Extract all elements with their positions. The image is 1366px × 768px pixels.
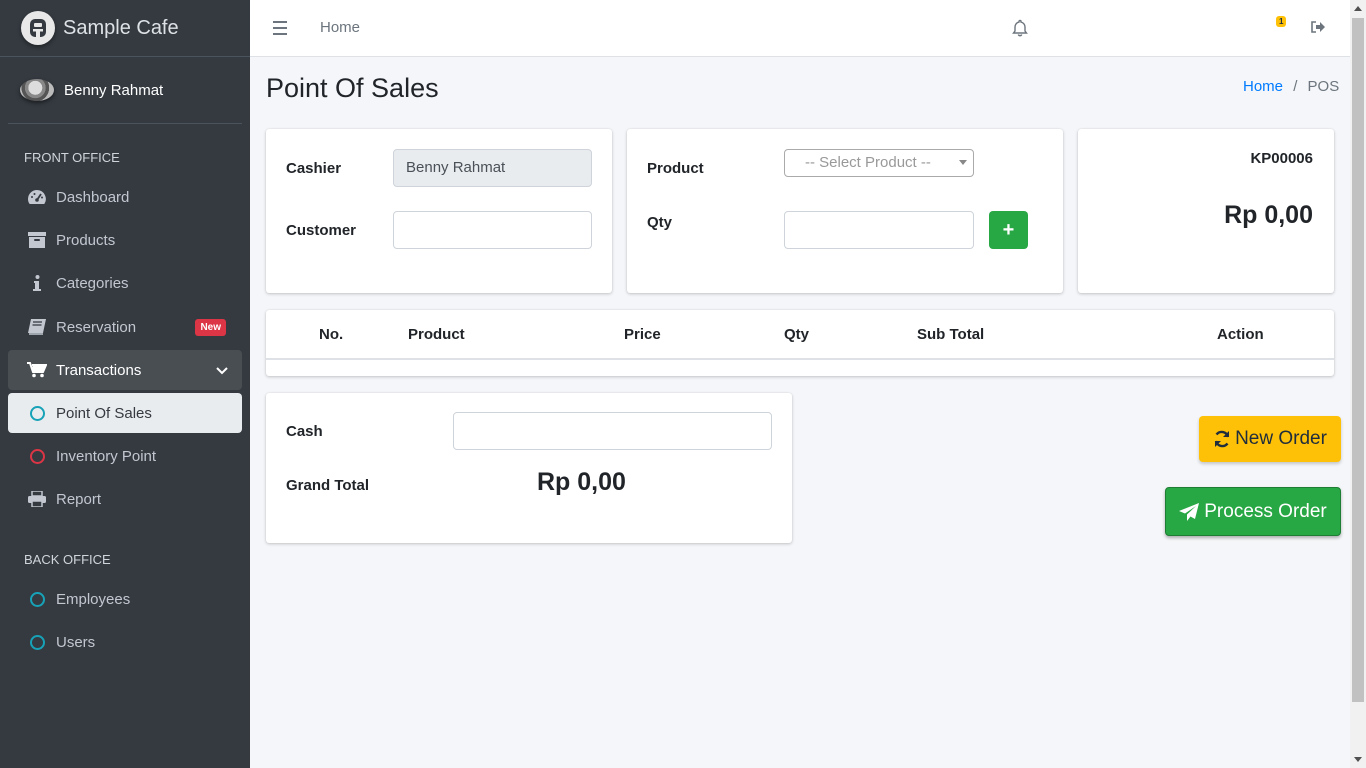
column-header-action: Action bbox=[1217, 326, 1264, 343]
sidebar-item-label: Categories bbox=[56, 274, 129, 292]
nav-header-front-office: FRONT OFFICE bbox=[24, 150, 120, 165]
sidebar-item-dashboard[interactable]: Dashboard bbox=[8, 177, 242, 217]
breadcrumb-current: POS bbox=[1307, 78, 1340, 95]
circle-icon bbox=[26, 447, 48, 465]
avatar bbox=[20, 79, 54, 101]
invoice-total: Rp 0,00 bbox=[1224, 201, 1313, 229]
sidebar-item-label: Point Of Sales bbox=[56, 404, 152, 422]
column-header-no: No. bbox=[319, 326, 344, 343]
info-icon bbox=[26, 274, 48, 292]
grand-total-label: Grand Total bbox=[286, 477, 370, 494]
sidebar-item-label: Reservation bbox=[56, 318, 137, 336]
new-badge: New bbox=[195, 318, 226, 336]
invoice-code: KP00006 bbox=[1250, 150, 1313, 167]
topbar-home-link[interactable]: Home bbox=[320, 19, 360, 36]
circle-icon bbox=[26, 633, 48, 651]
new-order-label: New Order bbox=[1235, 428, 1327, 449]
print-icon bbox=[26, 490, 48, 508]
sidebar-item-label: Inventory Point bbox=[56, 447, 157, 465]
sidebar-item-users[interactable]: Users bbox=[8, 622, 242, 662]
brand-name: Sample Cafe bbox=[63, 16, 179, 39]
topbar: Home bbox=[250, 0, 1350, 57]
product-label: Product bbox=[647, 160, 704, 177]
column-header-qty: Qty bbox=[784, 326, 810, 343]
plus-icon: + bbox=[1002, 218, 1015, 241]
column-header-price: Price bbox=[624, 326, 661, 343]
sidebar-item-reservation[interactable]: Reservation New bbox=[8, 307, 242, 347]
sign-out-icon[interactable] bbox=[1310, 20, 1326, 38]
add-product-button[interactable]: + bbox=[989, 211, 1028, 249]
breadcrumb-home-link[interactable]: Home bbox=[1243, 78, 1283, 95]
refresh-icon bbox=[1213, 430, 1231, 448]
user-name: Benny Rahmat bbox=[64, 81, 164, 99]
sidebar-item-categories[interactable]: Categories bbox=[8, 263, 242, 303]
breadcrumb-separator: / bbox=[1293, 78, 1298, 95]
cash-label: Cash bbox=[286, 423, 323, 440]
sidebar-item-label: Users bbox=[56, 633, 96, 651]
sidebar-item-employees[interactable]: Employees bbox=[8, 579, 242, 619]
menu-toggle-icon[interactable] bbox=[273, 21, 287, 39]
scrollbar-thumb[interactable] bbox=[1352, 18, 1364, 702]
bell-icon[interactable] bbox=[1012, 19, 1028, 41]
cash-input[interactable] bbox=[453, 412, 772, 450]
scroll-down-arrow-icon[interactable] bbox=[1354, 757, 1362, 762]
sidebar-item-products[interactable]: Products bbox=[8, 220, 242, 260]
qty-label: Qty bbox=[647, 214, 673, 231]
tachometer-icon bbox=[26, 188, 48, 206]
new-order-button[interactable]: New Order bbox=[1199, 416, 1341, 462]
brand[interactable]: Sample Cafe bbox=[0, 0, 250, 57]
dropdown-arrow-icon bbox=[959, 160, 967, 165]
circle-icon bbox=[26, 404, 48, 422]
brand-logo-icon bbox=[21, 11, 55, 45]
sidebar: Sample Cafe Benny Rahmat FRONT OFFICE Da… bbox=[0, 0, 250, 768]
user-panel[interactable]: Benny Rahmat bbox=[8, 57, 242, 124]
column-header-product: Product bbox=[408, 326, 465, 343]
product-select[interactable]: -- Select Product -- bbox=[784, 149, 974, 177]
nav-header-back-office: BACK OFFICE bbox=[24, 552, 111, 567]
scroll-up-arrow-icon[interactable] bbox=[1354, 6, 1362, 11]
breadcrumb: Home / POS bbox=[1243, 78, 1339, 95]
page-title: Point Of Sales bbox=[266, 73, 439, 103]
chevron-down-icon bbox=[216, 362, 228, 379]
sidebar-item-label: Products bbox=[56, 231, 116, 249]
circle-icon bbox=[26, 590, 48, 608]
qty-input[interactable] bbox=[784, 211, 974, 249]
cart-icon bbox=[26, 361, 48, 379]
sidebar-item-label: Transactions bbox=[56, 361, 142, 379]
customer-label: Customer bbox=[286, 222, 357, 239]
sidebar-item-label: Report bbox=[56, 490, 102, 508]
cashier-label: Cashier bbox=[286, 160, 342, 177]
sidebar-item-inventory-point[interactable]: Inventory Point bbox=[8, 436, 242, 476]
product-select-placeholder: -- Select Product -- bbox=[805, 154, 931, 171]
sidebar-item-report[interactable]: Report bbox=[8, 479, 242, 519]
process-order-label: Process Order bbox=[1204, 500, 1327, 522]
book-icon bbox=[26, 318, 48, 336]
column-header-subtotal: Sub Total bbox=[917, 326, 985, 343]
grand-total-value: Rp 0,00 bbox=[537, 468, 626, 496]
customer-input[interactable] bbox=[393, 211, 592, 249]
table-header-divider bbox=[266, 358, 1334, 360]
items-table bbox=[266, 310, 1334, 376]
notification-count-badge: 1 bbox=[1276, 16, 1287, 27]
sidebar-item-label: Employees bbox=[56, 590, 131, 608]
archive-icon bbox=[26, 231, 48, 249]
paper-plane-icon bbox=[1179, 502, 1200, 521]
cashier-field[interactable]: Benny Rahmat bbox=[393, 149, 592, 187]
process-order-button[interactable]: Process Order bbox=[1165, 487, 1341, 536]
sidebar-item-transactions[interactable]: Transactions bbox=[8, 350, 242, 390]
sidebar-item-label: Dashboard bbox=[56, 188, 130, 206]
sidebar-item-point-of-sales[interactable]: Point Of Sales bbox=[8, 393, 242, 433]
